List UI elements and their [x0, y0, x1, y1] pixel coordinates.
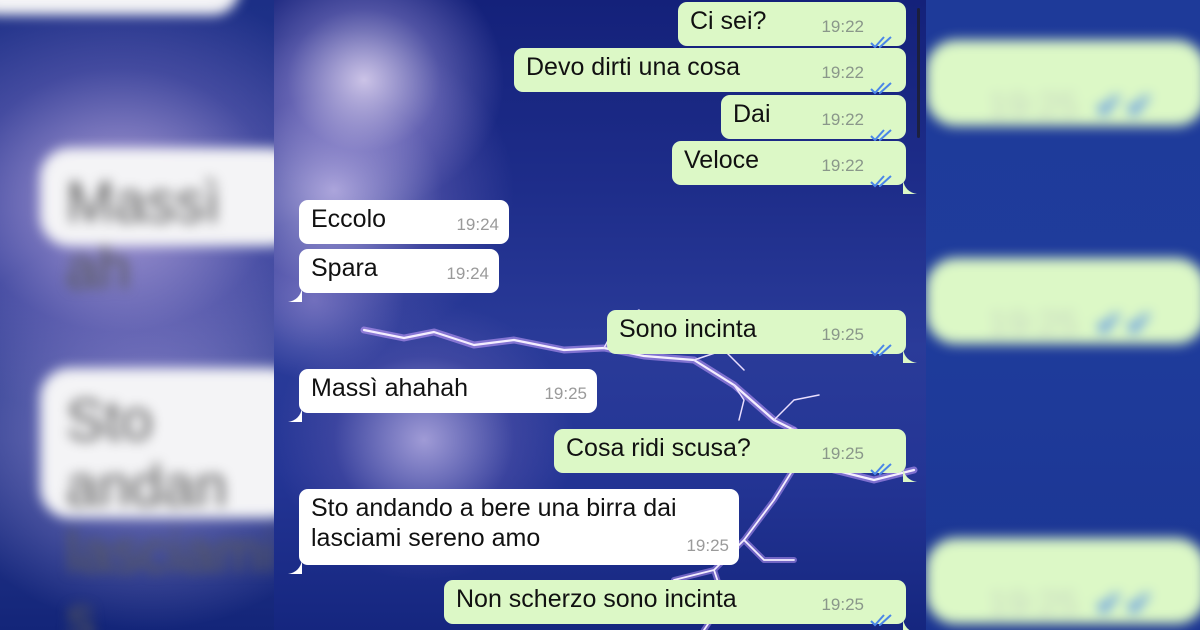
- outgoing-message[interactable]: Non scherzo sono incinta 19:25: [444, 580, 910, 630]
- double-check-icon: [870, 604, 896, 627]
- double-check-icon: [870, 453, 896, 476]
- blurred-bubble: Sto andan lasciami s: [40, 368, 274, 630]
- message-time: 19:22: [821, 110, 864, 129]
- message-time: 19:22: [821, 63, 864, 82]
- double-check-icon: [870, 26, 896, 49]
- bubble-tail: [903, 340, 917, 363]
- incoming-message[interactable]: Massì ahahah 19:25: [288, 369, 597, 422]
- bubble-tail: [903, 459, 917, 482]
- outgoing-message[interactable]: Devo dirti una cosa 19:22: [514, 48, 906, 95]
- blurred-time: 19:25: [988, 583, 1079, 624]
- outgoing-message[interactable]: Veloce 19:22: [672, 141, 917, 194]
- bubble-tail: [288, 399, 302, 422]
- message-time: 19:22: [821, 17, 864, 36]
- message-time: 19:25: [821, 444, 864, 463]
- outgoing-message[interactable]: Dai 19:22: [721, 95, 906, 142]
- blurred-text: lasciami s: [66, 520, 274, 630]
- blurred-text: Massì ah: [66, 170, 221, 301]
- double-check-icon: [870, 334, 896, 357]
- bubble-tail: [903, 610, 917, 630]
- blurred-bubble: [0, 0, 240, 15]
- blurred-bubble: 19:25 ✔✔: [926, 258, 1200, 344]
- chat-panel[interactable]: Ci sei? 19:22 Devo dirti una cosa 19:22 Dai 1…: [274, 0, 926, 630]
- blurred-time: 19:25: [988, 85, 1079, 126]
- outgoing-message[interactable]: Ci sei? 19:22: [678, 2, 906, 49]
- blurred-bubble: 19:25 ✔✔: [926, 538, 1200, 624]
- message-time: 19:24: [446, 264, 489, 283]
- incoming-message[interactable]: Sto andando a bere una birra dai lasciam…: [288, 489, 739, 574]
- message-time: 19:25: [821, 325, 864, 344]
- blurred-time: 19:25: [988, 303, 1079, 344]
- blurred-double-check-icon: ✔✔: [1094, 85, 1155, 126]
- chat-screenshot-composite: Massì ah Sto andan lasciami s 19:25 ✔✔ 1…: [0, 0, 1200, 630]
- message-time: 19:25: [544, 384, 587, 403]
- message-time: 19:25: [821, 595, 864, 614]
- outgoing-message[interactable]: Sono incinta 19:25: [607, 310, 917, 363]
- outgoing-message[interactable]: Cosa ridi scusa? 19:25: [554, 429, 917, 482]
- bubble-tail: [288, 279, 302, 302]
- blurred-left-panel: Massì ah Sto andan lasciami s: [0, 0, 274, 630]
- blurred-text: Sto andan: [66, 388, 228, 519]
- blurred-double-check-icon: ✔✔: [1094, 303, 1155, 344]
- scroll-indicator[interactable]: [917, 8, 920, 138]
- message-time: 19:22: [821, 156, 864, 175]
- message-time: 19:25: [686, 536, 729, 555]
- message-text: Sto andando a bere una birra dai lasciam…: [311, 494, 677, 552]
- bubble-tail: [288, 551, 302, 574]
- incoming-message[interactable]: Spara 19:24: [288, 249, 499, 302]
- blurred-right-panel: 19:25 ✔✔ 19:25 ✔✔ 19:25 ✔✔: [926, 0, 1200, 630]
- blurred-double-check-icon: ✔✔: [1094, 583, 1155, 624]
- blurred-bubble: 19:25 ✔✔: [926, 40, 1200, 126]
- message-time: 19:24: [456, 215, 499, 234]
- double-check-icon: [870, 72, 896, 95]
- double-check-icon: [870, 119, 896, 142]
- double-check-icon: [870, 165, 896, 188]
- bubble-tail: [903, 171, 917, 194]
- incoming-message[interactable]: Eccolo 19:24: [299, 200, 509, 244]
- blurred-bubble: Massì ah: [40, 148, 274, 301]
